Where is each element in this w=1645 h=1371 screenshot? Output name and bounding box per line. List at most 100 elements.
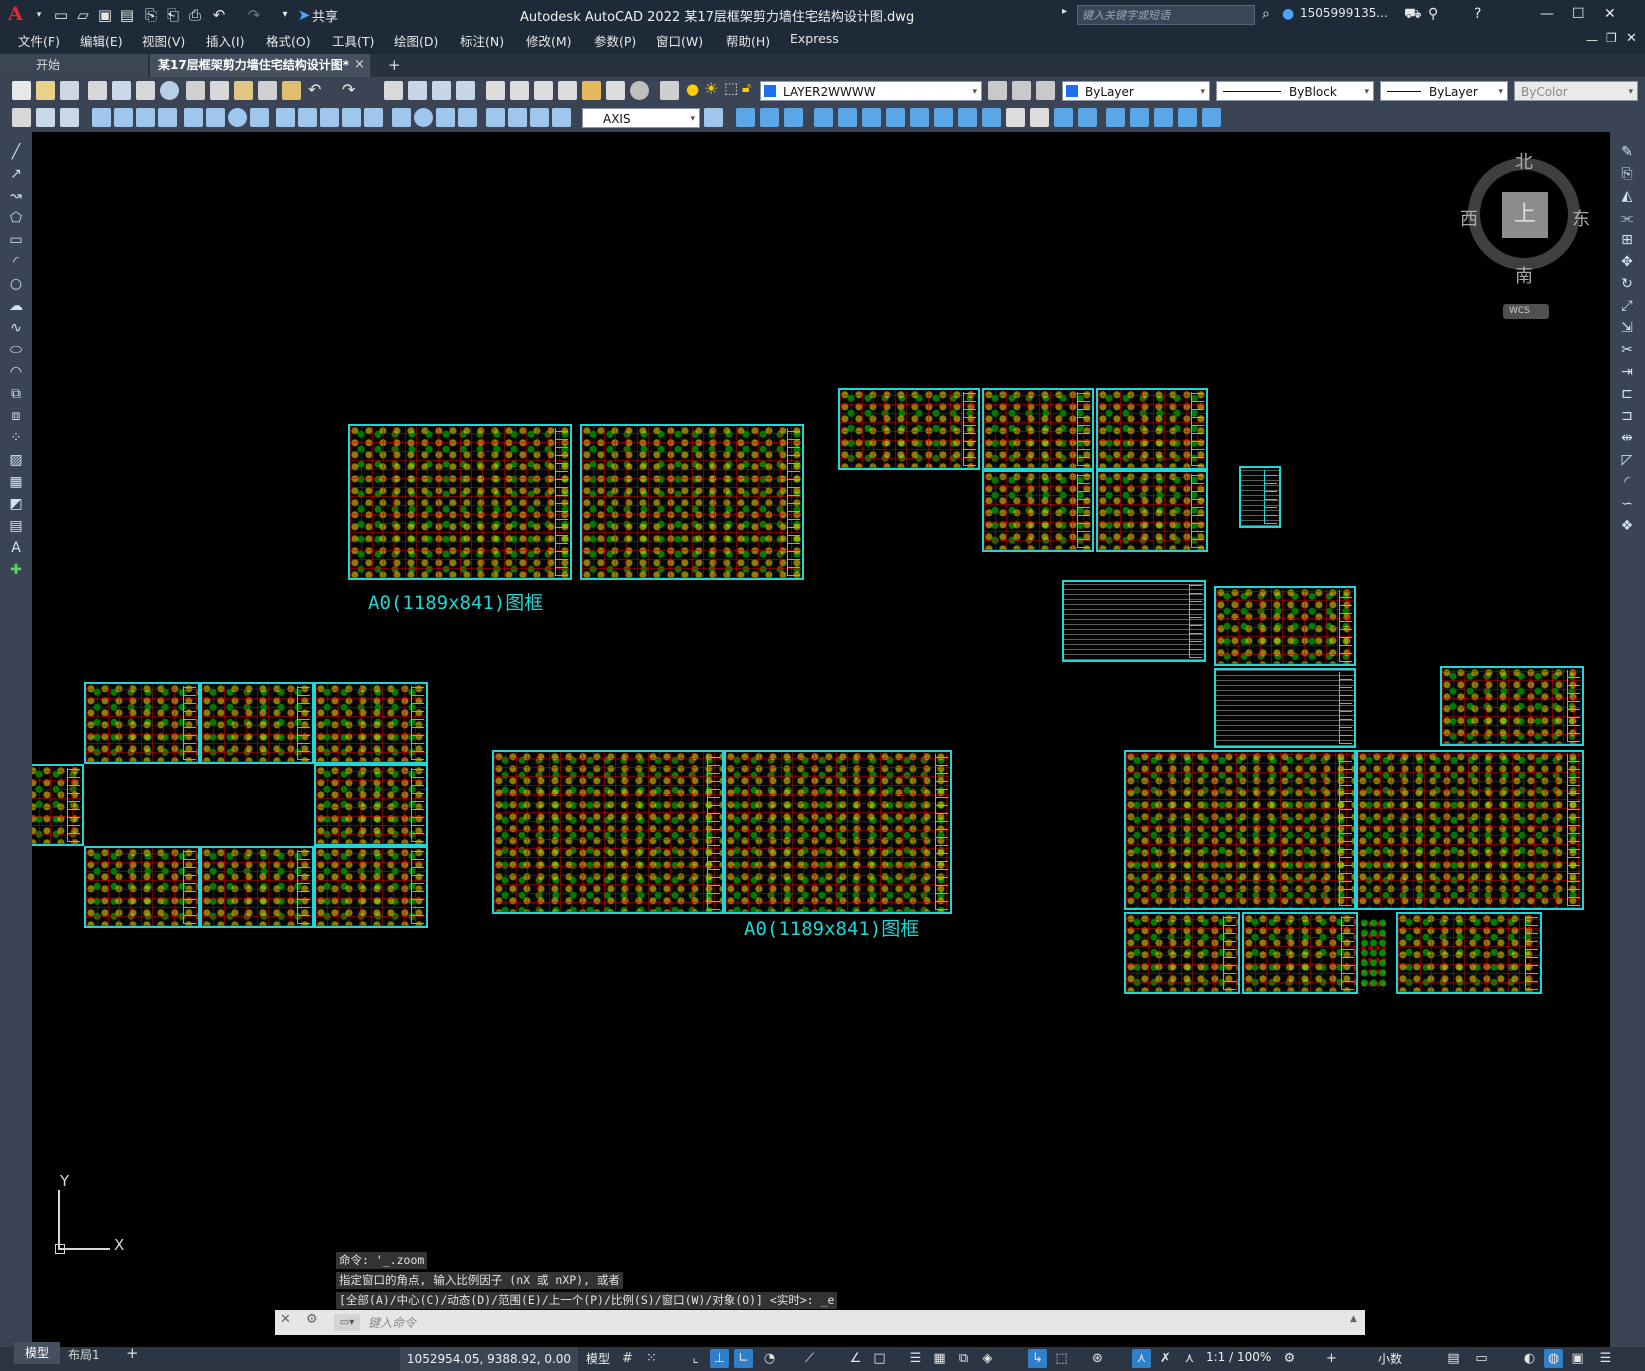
continue-dim-icon[interactable] <box>320 108 339 127</box>
angular-dim-icon[interactable] <box>250 108 269 127</box>
trim-icon[interactable]: ✂ <box>1618 341 1636 359</box>
table-icon[interactable]: ▤ <box>7 517 25 535</box>
import-icon[interactable]: ⎘ <box>142 6 160 24</box>
radius-dim-icon[interactable] <box>184 108 203 127</box>
ortho-icon[interactable]: ∟ <box>734 1349 753 1368</box>
object-snap-tracking-icon[interactable]: ∠ <box>846 1349 865 1368</box>
paste-icon[interactable] <box>234 81 253 100</box>
region-icon[interactable]: ◩ <box>7 495 25 513</box>
user-icon[interactable]: ● <box>1282 6 1294 22</box>
blend-curves-icon[interactable]: ∽ <box>1618 495 1636 513</box>
revolve-icon[interactable] <box>838 108 857 127</box>
loft-icon[interactable] <box>886 108 905 127</box>
redo-toolbar-icon[interactable]: ↷ <box>342 80 355 99</box>
autocad-logo-icon[interactable]: A <box>8 3 23 25</box>
preview-icon[interactable] <box>112 81 131 100</box>
menu-insert[interactable]: 插入(I) <box>206 31 244 50</box>
lineweight-icon[interactable]: ☰ <box>906 1349 925 1368</box>
markup-icon[interactable] <box>582 81 601 100</box>
linear-dim-icon[interactable] <box>92 108 111 127</box>
viewcube-east[interactable]: 东 <box>1572 205 1590 231</box>
selection-cycling-icon[interactable]: ⧉ <box>954 1349 973 1368</box>
menu-format[interactable]: 格式(O) <box>266 31 311 50</box>
union-icon[interactable] <box>934 108 953 127</box>
solid-cone-icon[interactable] <box>784 108 803 127</box>
spline-icon[interactable]: ∿ <box>7 319 25 337</box>
workspace-icon[interactable]: ⚙ <box>1280 1349 1299 1368</box>
design-center-icon[interactable] <box>510 81 529 100</box>
layer-properties-icon[interactable] <box>660 81 679 100</box>
sweep-icon[interactable] <box>862 108 881 127</box>
menu-parametric[interactable]: 参数(P) <box>594 31 636 50</box>
connect-icon[interactable]: ⚲ <box>1428 6 1438 22</box>
isometric-icon[interactable]: ⟋ <box>800 1349 819 1368</box>
minimize-icon[interactable]: — <box>1540 6 1554 22</box>
menu-draw[interactable]: 绘图(D) <box>394 31 438 50</box>
annotation-scale-icon[interactable]: ⋏ <box>1180 1349 1199 1368</box>
layer-state-icon[interactable] <box>1036 81 1055 100</box>
save-file-icon[interactable] <box>60 81 79 100</box>
selection-filter-icon[interactable]: ⬚ <box>1052 1349 1071 1368</box>
publish-icon[interactable] <box>136 81 155 100</box>
open-icon[interactable]: ▱ <box>74 6 92 24</box>
layer-freeze-icon[interactable]: ☀ <box>704 79 718 98</box>
zoom-previous-icon[interactable] <box>456 81 475 100</box>
tool-palettes-icon[interactable] <box>534 81 553 100</box>
qnew-icon[interactable] <box>12 81 31 100</box>
isolate-objects-icon[interactable]: ◐ <box>1520 1349 1539 1368</box>
quick-properties-icon[interactable]: ▤ <box>1444 1349 1463 1368</box>
maximize-icon[interactable]: ☐ <box>1572 6 1585 22</box>
hardware-acceleration-icon[interactable]: ◍ <box>1544 1349 1563 1368</box>
offset-icon[interactable]: ⫘ <box>1618 209 1636 227</box>
stretch-icon[interactable]: ⇲ <box>1618 319 1636 337</box>
save-icon[interactable]: ▣ <box>96 6 114 24</box>
move-icon[interactable]: ✥ <box>1618 253 1636 271</box>
inspect-icon[interactable] <box>436 108 455 127</box>
construction-line-icon[interactable]: ↗ <box>7 165 25 183</box>
quick-dim-icon[interactable] <box>276 108 295 127</box>
user-account[interactable]: 1505999135... <box>1300 6 1388 20</box>
copy-icon[interactable] <box>210 81 229 100</box>
properties-icon[interactable] <box>486 81 505 100</box>
section-icon[interactable] <box>1030 108 1049 127</box>
3d-osnap-icon[interactable]: ◈ <box>978 1349 997 1368</box>
undo-toolbar-icon[interactable]: ↶ <box>308 80 321 99</box>
dim-break-icon[interactable] <box>364 108 383 127</box>
tab-model[interactable]: 模型 <box>14 1342 60 1364</box>
menu-help[interactable]: 帮助(H) <box>726 31 770 50</box>
viewcube-south[interactable]: 南 <box>1515 262 1533 288</box>
tool-b-icon[interactable] <box>36 108 55 127</box>
mtext-icon[interactable]: A <box>7 539 25 557</box>
viewcube-west[interactable]: 西 <box>1460 205 1478 231</box>
menu-file[interactable]: 文件(F) <box>18 31 60 50</box>
dim-space-icon[interactable] <box>342 108 361 127</box>
grid-icon[interactable]: # <box>618 1349 637 1368</box>
command-close-icon[interactable]: ✕ <box>280 1312 291 1327</box>
menu-view[interactable]: 视图(V) <box>142 31 185 50</box>
fillet-icon[interactable]: ◜ <box>1618 473 1636 491</box>
tab-layout1[interactable]: 布局1 <box>68 1346 100 1363</box>
quickcalc-icon[interactable] <box>606 81 625 100</box>
3d-align-icon[interactable] <box>1154 108 1173 127</box>
save-as-icon[interactable]: ▤ <box>118 6 136 24</box>
insert-block-icon[interactable]: ⧉ <box>7 385 25 403</box>
annotation-visibility-icon[interactable]: ⋏ <box>1132 1349 1151 1368</box>
dim-style-icon[interactable] <box>552 108 571 127</box>
command-line[interactable] <box>275 1310 1365 1335</box>
share-icon[interactable]: ➤ <box>295 6 313 24</box>
revision-cloud-icon[interactable]: ☁ <box>7 297 25 315</box>
close-icon[interactable]: ✕ <box>1604 6 1616 22</box>
ordinate-dim-icon[interactable] <box>158 108 177 127</box>
undo-icon[interactable]: ↶ <box>210 6 228 24</box>
diameter-dim-icon[interactable] <box>228 108 247 127</box>
doc-restore-icon[interactable]: ❐ <box>1606 31 1617 45</box>
solid-wedge-icon[interactable] <box>760 108 779 127</box>
rectangle-icon[interactable]: ▭ <box>7 231 25 249</box>
make-current-icon[interactable] <box>988 81 1007 100</box>
help-icon[interactable]: ? <box>1474 6 1481 22</box>
wcs-menu-button[interactable]: WCS <box>1503 304 1549 319</box>
layer-lock-icon[interactable]: 🔓︎ <box>742 80 751 96</box>
dim-edit-icon[interactable] <box>486 108 505 127</box>
mirror-icon[interactable]: ◭ <box>1618 187 1636 205</box>
viewcube-top-face[interactable]: 上 <box>1502 192 1548 238</box>
